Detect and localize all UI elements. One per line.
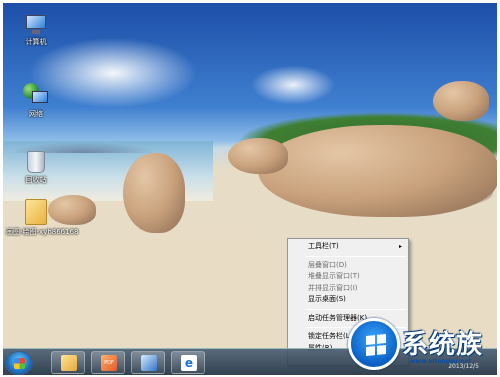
wallpaper-rock [123, 153, 185, 233]
desktop-icon-folder[interactable]: 画图-绘图-xyh866168 [6, 199, 79, 237]
computer-icon [141, 355, 157, 371]
desktop-icon-computer[interactable]: 计算机 [6, 15, 66, 47]
folder-icon [61, 355, 77, 371]
watermark-circle [348, 318, 400, 370]
computer-icon [24, 15, 48, 35]
submenu-arrow-icon: ▸ [398, 243, 402, 250]
taskbar-button-explorer[interactable] [51, 351, 85, 374]
menu-separator [306, 308, 406, 310]
desktop[interactable]: 计算机 网络 回收站 画图-绘图-xyh866168 [3, 3, 497, 348]
windows-logo-icon [14, 358, 25, 369]
desktop-icon-label: 网络 [29, 110, 43, 118]
internet-explorer-icon: e [181, 355, 197, 371]
network-icon [23, 83, 49, 107]
watermark-url: www.xitongzu.net [410, 358, 472, 365]
desktop-icon-label: 画图-绘图-xyh866168 [6, 228, 79, 236]
menu-item-toolbars[interactable]: 工具栏(T) ▸ [288, 241, 408, 253]
menu-item-cascade-windows[interactable]: 层叠窗口(D) [288, 260, 408, 272]
pdf-icon: PDF [101, 355, 117, 371]
desktop-icon-recycle-bin[interactable]: 回收站 [6, 151, 66, 185]
taskbar-button-ie[interactable]: e [171, 351, 205, 374]
wallpaper-rock [228, 138, 288, 174]
menu-item-label: 锁定任务栏(L) [308, 332, 353, 340]
taskbar-button-computer[interactable] [131, 351, 165, 374]
taskbar-button-pdf[interactable]: PDF [91, 351, 125, 374]
windows-logo-icon [366, 333, 386, 357]
recycle-bin-icon [27, 151, 45, 173]
desktop-icon-network[interactable]: 网络 [6, 83, 66, 119]
desktop-icon-label: 回收站 [25, 176, 47, 184]
folder-icon [25, 199, 47, 225]
desktop-icon-label: 计算机 [25, 38, 47, 46]
menu-item-side-by-side[interactable]: 并排显示窗口(I) [288, 283, 408, 295]
screenshot-frame: 计算机 网络 回收站 画图-绘图-xyh866168 工具栏(T) ▸ 层叠窗口… [0, 0, 500, 377]
wallpaper-big-rock [258, 125, 497, 217]
menu-item-label: 堆叠显示窗口(T) [308, 272, 360, 280]
menu-item-label: 并排显示窗口(I) [308, 283, 358, 292]
menu-separator [306, 255, 406, 257]
wallpaper-rock [433, 81, 489, 121]
start-button[interactable] [5, 351, 33, 375]
menu-item-stack-windows[interactable]: 堆叠显示窗口(T) [288, 271, 408, 283]
menu-item-show-desktop[interactable]: 显示桌面(S) [288, 294, 408, 306]
watermark-text: 系统族 [402, 330, 484, 360]
site-watermark-logo: 系统族 www.xitongzu.net [348, 318, 498, 374]
menu-item-label: 显示桌面(S) [308, 295, 346, 303]
menu-item-label: 工具栏(T) [308, 242, 339, 250]
menu-item-label: 层叠窗口(D) [308, 260, 347, 269]
